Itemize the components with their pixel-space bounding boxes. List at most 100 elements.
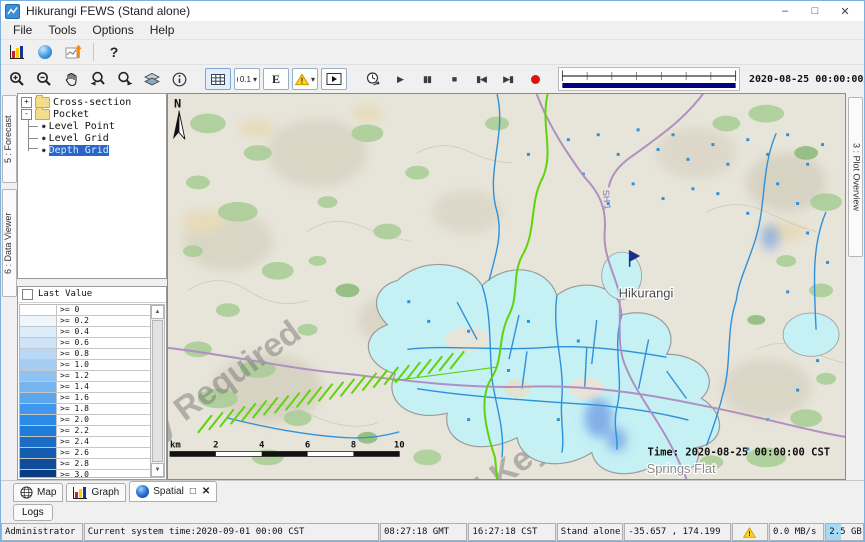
play-icon: ▶	[397, 74, 403, 85]
bullet-icon: ●	[42, 147, 46, 154]
legend-label: >= 1.6	[57, 393, 89, 403]
scroll-up-icon[interactable]: ▲	[151, 305, 164, 319]
zoom-previous-button[interactable]	[86, 69, 110, 89]
status-bar: Administrator Current system time:2020-0…	[1, 523, 864, 541]
tree-item-label: Pocket	[53, 109, 89, 120]
pause-button[interactable]: ▮▮	[415, 69, 439, 89]
globe-icon	[38, 45, 52, 59]
tab-maximize-icon[interactable]: □	[190, 486, 196, 497]
right-tab-strip: 3 : Plot Overview	[846, 93, 864, 480]
tree-expander-icon[interactable]: +	[21, 97, 32, 108]
app-icon	[5, 4, 20, 19]
menu-item-tools[interactable]: Tools	[40, 22, 84, 38]
svg-text:6: 6	[305, 441, 310, 451]
play-button[interactable]: ▶	[388, 69, 412, 89]
zoom-in-icon	[9, 71, 25, 87]
legend-label: >= 2.4	[57, 437, 89, 447]
record-icon	[531, 75, 540, 84]
legend-row: >= 2.4	[20, 437, 150, 448]
tab-data-viewer[interactable]: 6 : Data Viewer	[2, 189, 17, 297]
tab-logs[interactable]: Logs	[13, 504, 53, 521]
stop-button[interactable]: ■	[442, 69, 466, 89]
tab-spatial[interactable]: Spatial □ ✕	[129, 481, 217, 502]
minimize-button[interactable]: –	[770, 2, 800, 20]
road-shield: SH 1	[601, 189, 613, 210]
help-button[interactable]: ?	[102, 42, 126, 62]
maximize-button[interactable]: □	[800, 2, 830, 20]
animation-settings-button[interactable]	[361, 69, 385, 89]
record-button[interactable]	[523, 69, 547, 89]
tree-item-pocket[interactable]: - Pocket	[18, 108, 166, 120]
area-label: Springs Flat	[647, 461, 717, 476]
legend-swatch	[20, 470, 57, 477]
map-time-overlay: Time: 2020-08-25 00:00:00 CST	[648, 446, 831, 458]
pan-button[interactable]	[59, 69, 83, 89]
menu-item-file[interactable]: File	[5, 22, 40, 38]
legend-row: >= 0.2	[20, 316, 150, 327]
svg-text:!: !	[748, 529, 752, 538]
legend-row: >= 0.6	[20, 338, 150, 349]
status-memory: 2.5 GB	[825, 523, 864, 541]
legend-swatch	[20, 305, 57, 315]
app-window: Hikurangi FEWS (Stand alone) – □ ✕ FileT…	[0, 0, 865, 542]
tree-item-depth-grid[interactable]: ●Depth Grid	[18, 144, 166, 156]
status-warning-cell[interactable]: !	[732, 523, 768, 541]
tree-item-level-grid[interactable]: ●Level Grid	[18, 132, 166, 144]
legend-label: >= 0	[57, 305, 79, 315]
map-view[interactable]: API Key Required API Key Required	[167, 93, 846, 480]
legend-swatch	[20, 338, 57, 348]
status-local-time: 16:27:18 CST	[468, 523, 555, 541]
animation-button[interactable]	[321, 68, 347, 90]
next-step-button[interactable]: ▶▮	[496, 69, 520, 89]
legend-label: >= 2.2	[57, 426, 89, 436]
svg-text:km: km	[170, 441, 181, 451]
grid-values-button[interactable]: E	[263, 68, 289, 90]
warning-icon: !	[295, 73, 309, 86]
scroll-thumb[interactable]	[152, 320, 163, 462]
menu-item-options[interactable]: Options	[84, 22, 141, 38]
legend-row: >= 1.4	[20, 382, 150, 393]
legend-swatch	[20, 404, 57, 414]
spatial-display-button[interactable]	[33, 42, 57, 62]
tab-forecast[interactable]: 5 : Forecast	[2, 95, 17, 183]
status-system-time: Current system time:2020-09-01 00:00 CST	[84, 523, 379, 541]
tree-item-level-point[interactable]: ●Level Point	[18, 120, 166, 132]
legend-row: >= 2.2	[20, 426, 150, 437]
tree-connector	[28, 120, 39, 132]
zoom-out-icon	[36, 71, 52, 87]
database-display-button[interactable]	[5, 42, 29, 62]
tab-graph[interactable]: Graph	[66, 483, 126, 502]
legend-list: >= 0>= 0.2>= 0.4>= 0.6>= 0.8>= 1.0>= 1.2…	[20, 305, 150, 477]
contour-interval-dropdown[interactable]: 0.1▾	[234, 68, 260, 90]
menu-item-help[interactable]: Help	[142, 22, 183, 38]
chart-arrow-icon	[65, 44, 82, 60]
legend-swatch	[20, 459, 57, 469]
time-slider[interactable]	[558, 67, 740, 91]
zoom-out-button[interactable]	[32, 69, 56, 89]
legend-label: >= 0.2	[57, 316, 89, 326]
info-button[interactable]	[167, 69, 191, 89]
zoom-in-button[interactable]	[5, 69, 29, 89]
last-value-checkbox[interactable]	[22, 289, 33, 300]
previous-step-button[interactable]: ▮◀	[469, 69, 493, 89]
tab-map[interactable]: Map	[13, 483, 63, 502]
legend-swatch	[20, 349, 57, 359]
tab-plot-overview[interactable]: 3 : Plot Overview	[848, 97, 863, 257]
thresholds-dropdown[interactable]: !▾	[292, 68, 318, 90]
scalar-modifier-button[interactable]	[61, 42, 85, 62]
legend-scrollbar[interactable]: ▲ ▼	[150, 305, 164, 477]
tree: +Cross-section-Pocket●Level Point●Level …	[17, 93, 167, 279]
legend-label: >= 0.4	[57, 327, 89, 337]
zoom-next-icon	[117, 71, 133, 87]
chevron-down-icon: ▾	[253, 75, 257, 84]
scroll-down-icon[interactable]: ▼	[151, 463, 164, 477]
zoom-next-button[interactable]	[113, 69, 137, 89]
show-grid-button[interactable]	[205, 68, 231, 90]
close-button[interactable]: ✕	[830, 2, 860, 20]
status-mode: Stand alone	[557, 523, 624, 541]
tab-close-icon[interactable]: ✕	[202, 486, 210, 497]
tree-expander-icon[interactable]: -	[21, 109, 32, 120]
legend-swatch	[20, 393, 57, 403]
current-datetime-label: 2020-08-25 00:00:00 CST	[749, 74, 865, 85]
layers-button[interactable]	[140, 69, 164, 89]
